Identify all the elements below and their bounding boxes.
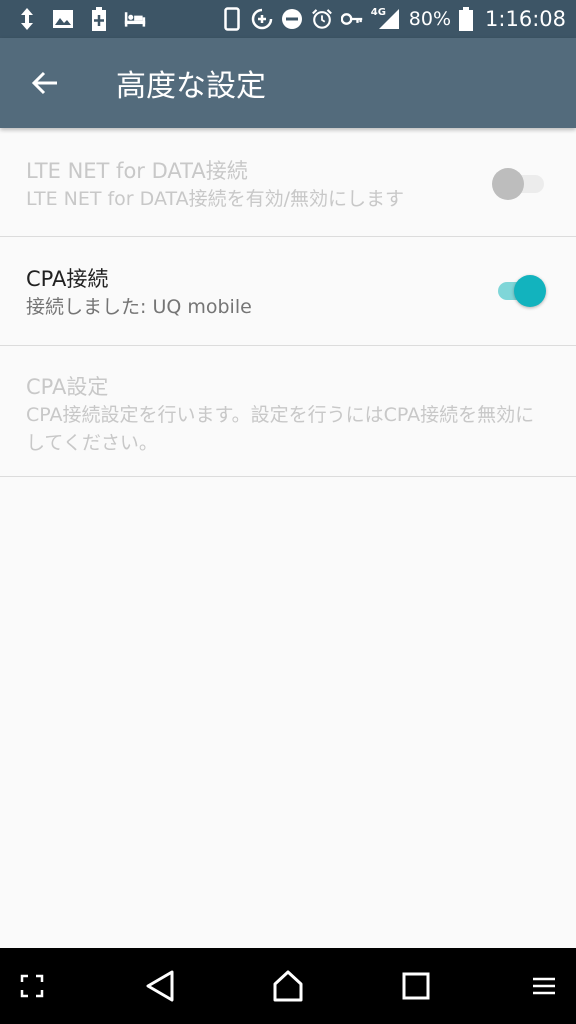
battery-icon <box>459 7 474 31</box>
menu-icon <box>533 977 555 995</box>
setting-title: CPA設定 <box>26 375 109 399</box>
screenshot-button[interactable] <box>8 962 56 1010</box>
setting-title: CPA接続 <box>26 267 109 291</box>
toggle-thumb <box>492 168 524 200</box>
setting-summary: LTE NET for DATA接続を有効/無効にします <box>26 188 404 210</box>
arrow-back-icon <box>31 71 57 95</box>
navigation-bar <box>0 948 576 1024</box>
network-type-label: 4G <box>370 7 386 18</box>
vpn-key-icon <box>340 8 363 30</box>
phone-icon <box>221 7 243 31</box>
screenshot-frame-icon <box>20 974 44 998</box>
page-title: 高度な設定 <box>116 69 266 104</box>
recents-icon <box>402 972 430 1000</box>
bed-icon <box>124 8 146 30</box>
toggle-thumb <box>514 275 546 307</box>
nav-home-button[interactable] <box>264 962 312 1010</box>
setting-summary: CPA接続設定を行います。設定を行うにはCPA接続を無効にしてください。 <box>26 404 535 454</box>
setting-title: LTE NET for DATA接続 <box>26 159 248 183</box>
setting-cpa-connection[interactable]: CPA接続 接続しました: UQ mobile <box>0 237 576 346</box>
alarm-icon <box>311 8 333 30</box>
signal-icon: 4G <box>370 7 401 30</box>
nav-menu-button[interactable] <box>520 962 568 1010</box>
status-bar-notifications <box>16 7 146 31</box>
data-saver-icon <box>251 8 273 30</box>
cpa-connection-toggle[interactable] <box>492 272 546 307</box>
back-triangle-icon <box>146 970 174 1002</box>
settings-list: LTE NET for DATA接続 LTE NET for DATA接続を有効… <box>0 128 576 477</box>
do-not-disturb-icon <box>281 8 303 30</box>
image-icon <box>52 8 74 30</box>
setting-lte-net-for-data[interactable]: LTE NET for DATA接続 LTE NET for DATA接続を有効… <box>0 128 576 237</box>
nav-recents-button[interactable] <box>392 962 440 1010</box>
data-transfer-icon <box>16 8 38 30</box>
status-bar: 4G 80% 1:16:08 <box>0 0 576 38</box>
status-bar-system: 4G 80% 1:16:08 <box>221 7 566 31</box>
home-icon <box>273 970 303 1002</box>
battery-percent: 80% <box>408 8 452 30</box>
back-button[interactable] <box>20 58 70 108</box>
setting-summary: 接続しました: UQ mobile <box>26 296 252 318</box>
nav-back-button[interactable] <box>136 962 184 1010</box>
clock: 1:16:08 <box>485 7 566 31</box>
app-bar: 高度な設定 <box>0 38 576 128</box>
lte-net-toggle[interactable] <box>492 165 546 200</box>
setting-cpa-settings[interactable]: CPA設定 CPA接続設定を行います。設定を行うにはCPA接続を無効にしてくださ… <box>0 346 576 477</box>
battery-plus-icon <box>88 7 110 31</box>
